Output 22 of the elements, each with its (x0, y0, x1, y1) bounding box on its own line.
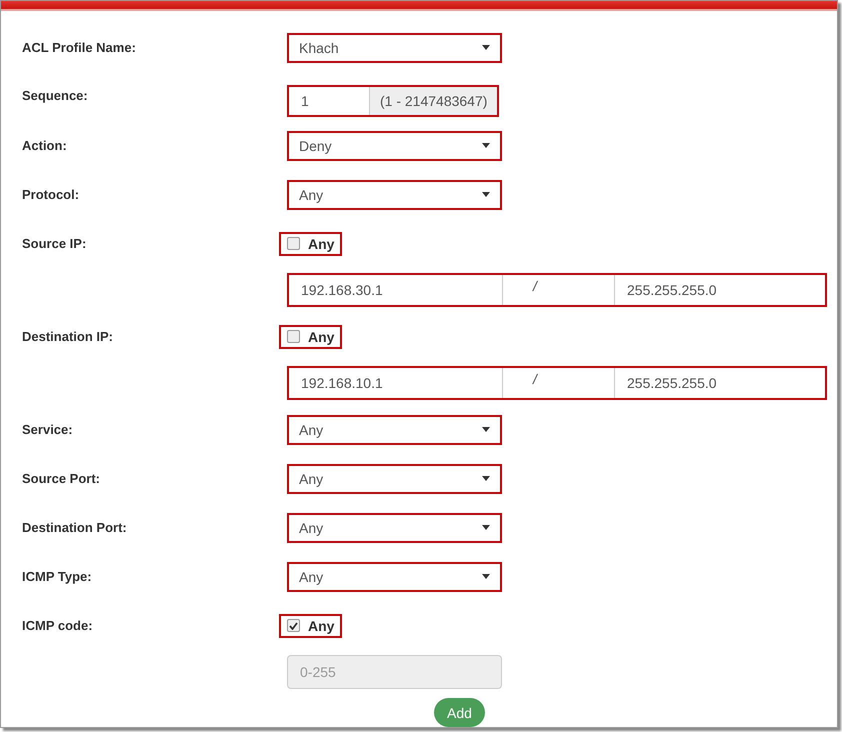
caret-icon (482, 427, 490, 432)
field-label: Service: (22, 422, 74, 437)
field-label: ICMP Type: (22, 569, 93, 584)
caret-icon (482, 476, 490, 481)
field-label: Action: (22, 138, 68, 153)
caret-icon (482, 45, 490, 50)
any-checkbox[interactable]: Any (281, 326, 340, 346)
field-label: Protocol: (22, 187, 80, 202)
field-label: Destination IP: (22, 329, 114, 344)
check-icon (289, 622, 298, 630)
any-checkbox[interactable]: Any (281, 616, 340, 636)
field-label: Sequence: (22, 88, 89, 103)
caret-icon (482, 574, 490, 579)
any-checkbox[interactable]: Any (281, 234, 340, 254)
field-label: Destination Port: (22, 520, 128, 535)
field-label: ICMP code: (22, 618, 94, 633)
caret-icon (482, 143, 490, 148)
caret-icon (482, 192, 490, 197)
field-label: Source IP: (22, 236, 88, 251)
caret-icon (482, 525, 490, 530)
field-label: ACL Profile Name: (22, 40, 137, 55)
field-label: Source Port: (22, 471, 102, 486)
